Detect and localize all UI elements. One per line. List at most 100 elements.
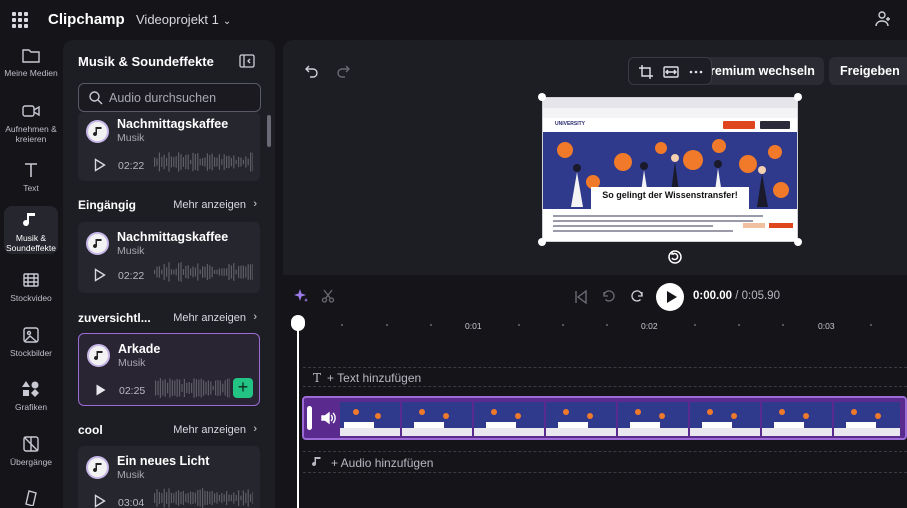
- brand-kit-icon: [25, 490, 37, 506]
- music-icon: [23, 213, 35, 227]
- preview-text-area: [543, 209, 797, 241]
- time-total: / 0:05.90: [735, 290, 780, 302]
- play-icon: [667, 291, 677, 303]
- preview-site-logo: UNIVERSITY: [555, 121, 586, 127]
- upgrade-premium-button[interactable]: remium wechseln: [700, 57, 824, 85]
- waveform: [154, 262, 253, 282]
- rotate-handle-icon[interactable]: [668, 250, 682, 264]
- playhead-handle[interactable]: [291, 315, 305, 331]
- film-icon: [23, 273, 39, 287]
- forward-5-icon[interactable]: [629, 289, 645, 305]
- chevron-right-icon: ›: [253, 423, 257, 435]
- preview-toolbar: [628, 57, 712, 85]
- rail-item-label: Text: [23, 183, 39, 193]
- transition-icon: [23, 436, 39, 452]
- track-type: Musik: [117, 469, 145, 481]
- search-icon: [89, 91, 103, 105]
- audio-track[interactable]: + Audio hinzufügen: [303, 451, 907, 473]
- video-clip[interactable]: [302, 396, 907, 440]
- playhead[interactable]: [297, 325, 299, 508]
- more-options-icon[interactable]: [688, 64, 704, 80]
- app-name: Clipchamp: [48, 11, 125, 28]
- rail-item-aufnehmen[interactable]: Aufnehmen & kreieren: [4, 102, 58, 144]
- rail-item-text[interactable]: Text: [4, 161, 58, 193]
- track-card[interactable]: Ein neues Licht Musik 03:04: [78, 446, 260, 508]
- fit-icon[interactable]: [663, 64, 679, 80]
- preview-address-bar: [543, 108, 797, 118]
- rail-item-musik[interactable]: Musik & Soundeffekte: [4, 206, 58, 254]
- play-icon[interactable]: [95, 383, 107, 397]
- add-audio-label: + Audio hinzufügen: [331, 456, 434, 470]
- rail-item-meine-medien[interactable]: Meine Medien: [4, 46, 58, 88]
- share-label: Freigeben: [840, 64, 900, 78]
- music-avatar-icon: [87, 344, 110, 367]
- folder-icon: [22, 49, 40, 63]
- app-launcher-icon[interactable]: [12, 12, 28, 28]
- play-button[interactable]: [656, 283, 684, 311]
- resize-handle[interactable]: [538, 93, 546, 101]
- timecode: 0:00.00 / 0:05.90: [693, 290, 780, 302]
- rail-item-stockbilder[interactable]: Stockbilder: [4, 326, 58, 358]
- ruler-label: 0:01: [465, 321, 482, 331]
- undo-icon[interactable]: [305, 64, 319, 78]
- play-icon[interactable]: [94, 494, 106, 508]
- time-ruler[interactable]: 0:01 0:02 0:03: [283, 317, 907, 333]
- music-avatar-icon: [86, 232, 109, 255]
- add-text-text: + Text hinzufügen: [327, 371, 422, 385]
- panel-scrollbar[interactable]: [267, 115, 271, 147]
- rail-item-label: Meine Medien: [4, 68, 58, 78]
- music-panel: Musik & Soundeffekte Nachmittagskaffee M…: [63, 40, 275, 508]
- crop-icon[interactable]: [638, 64, 654, 80]
- resize-handle[interactable]: [794, 238, 802, 246]
- show-more-link[interactable]: Mehr anzeigen: [173, 424, 246, 436]
- track-type: Musik: [118, 357, 146, 369]
- volume-icon[interactable]: [320, 410, 336, 426]
- rail-item-label: Stockbilder: [9, 348, 53, 358]
- clip-trim-handle[interactable]: [307, 406, 312, 430]
- track-title: Ein neues Licht: [117, 454, 210, 468]
- time-current: 0:00.00: [693, 290, 733, 302]
- track-type: Musik: [117, 245, 145, 257]
- resize-handle[interactable]: [538, 238, 546, 246]
- track-card[interactable]: Nachmittagskaffee Musik 02:22: [78, 112, 260, 181]
- preview-site-button: [760, 121, 790, 129]
- share-button[interactable]: Freigeben: [829, 57, 907, 85]
- track-card[interactable]: Nachmittagskaffee Musik 02:22: [78, 222, 260, 293]
- music-note-icon: [312, 457, 321, 467]
- track-title: Nachmittagskaffee: [117, 117, 229, 131]
- rewind-5-icon[interactable]: [601, 289, 617, 305]
- redo-icon[interactable]: [336, 64, 350, 78]
- track-duration: 03:04: [118, 497, 145, 508]
- track-type: Musik: [117, 132, 145, 144]
- collapse-panel-icon[interactable]: [239, 54, 255, 68]
- track-duration: 02:22: [118, 270, 145, 282]
- waveform: [154, 152, 253, 172]
- music-avatar-icon: [86, 120, 109, 143]
- project-name: Videoprojekt 1: [136, 12, 219, 27]
- skip-back-icon[interactable]: [573, 289, 589, 305]
- search-input[interactable]: [109, 88, 257, 108]
- track-title: Arkade: [118, 342, 161, 356]
- rail-item-more[interactable]: [4, 488, 58, 508]
- text-track[interactable]: T + Text hinzufügen: [303, 367, 907, 387]
- shapes-icon: [22, 381, 39, 397]
- rail-item-stockvideo[interactable]: Stockvideo: [4, 271, 58, 303]
- scissors-icon[interactable]: [321, 289, 335, 303]
- resize-handle[interactable]: [794, 93, 802, 101]
- account-icon[interactable]: [873, 10, 893, 30]
- track-card-selected[interactable]: Arkade Musik 02:25 +: [78, 333, 260, 406]
- video-preview[interactable]: UNIVERSITY So gelingt der Wissenstransfe…: [542, 97, 798, 242]
- rail-item-label: Übergänge: [9, 457, 53, 467]
- play-icon[interactable]: [94, 268, 106, 282]
- play-icon[interactable]: [94, 158, 106, 172]
- sparkle-icon[interactable]: [294, 289, 308, 303]
- add-to-timeline-button[interactable]: +: [233, 378, 253, 398]
- section-header-eingaengig: Eingängig Mehr anzeigen ›: [78, 198, 260, 214]
- timeline: 0:00.00 / 0:05.90 0:01 0:02 0:03 T + Text…: [283, 275, 907, 508]
- image-icon: [23, 327, 39, 343]
- rail-item-uebergaenge[interactable]: Übergänge: [4, 435, 58, 467]
- show-more-link[interactable]: Mehr anzeigen: [173, 199, 246, 211]
- show-more-link[interactable]: Mehr anzeigen: [173, 312, 246, 324]
- rail-item-grafiken[interactable]: Grafiken: [4, 380, 58, 412]
- project-name-dropdown[interactable]: Videoprojekt 1 ⌄: [136, 12, 231, 27]
